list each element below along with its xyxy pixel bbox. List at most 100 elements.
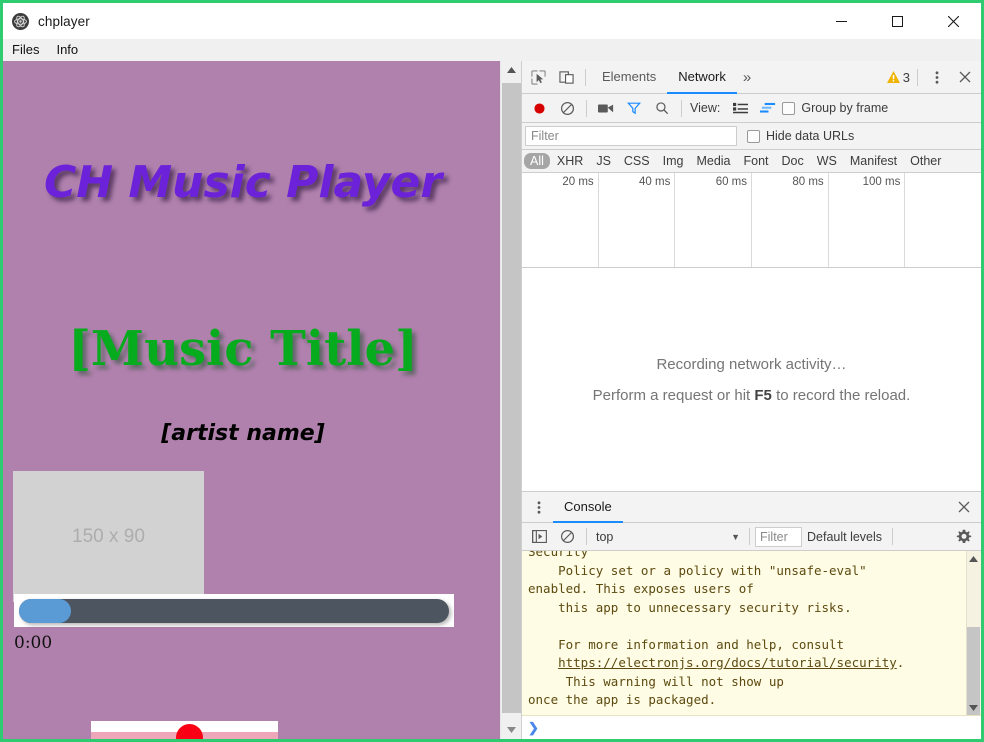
seek-slider[interactable] — [14, 594, 454, 627]
warning-line-2: Policy set or a policy with "unsafe-eval… — [528, 562, 867, 578]
funnel-icon[interactable] — [620, 94, 648, 122]
minimize-button[interactable] — [813, 3, 869, 39]
tab-console[interactable]: Console — [553, 492, 623, 523]
devtools-panel: Elements Network » 3 View: Group by fram… — [521, 61, 981, 739]
toolbar-divider — [585, 68, 586, 86]
camera-icon[interactable] — [592, 94, 620, 122]
type-filter-font[interactable]: Font — [738, 153, 775, 169]
scroll-up-arrow-icon[interactable] — [501, 61, 522, 79]
menu-item-files[interactable]: Files — [4, 40, 47, 59]
scrollbar-thumb[interactable] — [502, 83, 521, 713]
tab-elements[interactable]: Elements — [591, 61, 667, 94]
console-toolbar-divider-2 — [749, 528, 750, 545]
volume-thumb[interactable] — [176, 724, 203, 739]
console-drawer: Console top ▼ Filter Default levels Secu… — [522, 491, 981, 739]
network-toolbar: View: Group by frame — [522, 94, 981, 123]
console-message-area: Security Policy set or a policy with "un… — [522, 551, 981, 739]
device-toolbar-icon[interactable] — [552, 63, 580, 91]
menu-item-info[interactable]: Info — [48, 40, 86, 59]
warning-triangle-icon — [886, 71, 900, 83]
console-filter-input[interactable]: Filter — [755, 526, 802, 547]
type-filter-all[interactable]: All — [524, 153, 550, 169]
warning-line-3: enabled. This exposes users of — [528, 581, 754, 596]
type-filter-js[interactable]: JS — [590, 153, 617, 169]
network-filter-placeholder: Filter — [531, 129, 559, 143]
console-context-selector[interactable]: top ▼ — [592, 526, 744, 548]
console-input-prompt[interactable]: ❯ — [522, 715, 981, 739]
type-filter-media[interactable]: Media — [690, 153, 736, 169]
close-button[interactable] — [925, 3, 981, 39]
network-empty-line-2: Perform a request or hit F5 to record th… — [593, 387, 911, 404]
scroll-down-arrow-icon[interactable] — [501, 721, 522, 739]
seek-track[interactable] — [19, 598, 449, 623]
timeline-tick: 80 ms — [752, 173, 829, 267]
warning-line-8: This warning will not show up — [528, 673, 784, 689]
devtools-tabbar: Elements Network » 3 — [522, 61, 981, 94]
type-filter-css[interactable]: CSS — [618, 153, 656, 169]
type-filter-other[interactable]: Other — [904, 153, 947, 169]
console-scroll-down-arrow-icon[interactable] — [966, 700, 981, 715]
app-window: chplayer Files Info CH Music Player [Mus… — [0, 0, 984, 742]
console-clear-icon[interactable] — [553, 523, 581, 551]
clear-icon[interactable] — [553, 94, 581, 122]
waterfall-view-icon[interactable] — [754, 94, 782, 122]
timeline-tick: 60 ms — [675, 173, 753, 267]
page-title: CH Music Player — [43, 157, 443, 208]
network-empty-state: Recording network activity… Perform a re… — [522, 268, 981, 491]
more-tabs-icon[interactable]: » — [737, 69, 757, 86]
type-filter-manifest[interactable]: Manifest — [844, 153, 903, 169]
tab-network[interactable]: Network — [667, 61, 737, 94]
window-title: chplayer — [38, 13, 90, 29]
console-close-icon[interactable] — [950, 493, 978, 521]
gear-icon[interactable] — [950, 523, 978, 551]
title-bar-left: chplayer — [3, 12, 813, 30]
console-level-value: Default levels — [807, 529, 883, 544]
title-bar: chplayer — [3, 3, 981, 39]
volume-slider[interactable] — [91, 721, 278, 739]
devtools-menu-icon[interactable] — [923, 63, 951, 91]
inspect-element-icon[interactable] — [524, 63, 552, 91]
console-menu-icon[interactable] — [525, 493, 553, 521]
group-by-frame-checkbox[interactable] — [782, 101, 796, 115]
network-filter-input[interactable]: Filter — [525, 126, 737, 146]
network-filter-bar: Filter Hide data URLs — [522, 123, 981, 150]
f5-key-label: F5 — [754, 386, 772, 404]
security-docs-link[interactable]: https://electronjs.org/docs/tutorial/sec… — [558, 655, 897, 670]
devtools-close-icon[interactable] — [951, 63, 979, 91]
electron-icon — [12, 12, 29, 30]
type-filter-ws[interactable]: WS — [811, 153, 843, 169]
hide-data-urls-checkbox[interactable] — [747, 129, 760, 143]
console-level-selector[interactable]: Default levels — [802, 527, 887, 547]
console-warning-message: Security Policy set or a policy with "un… — [522, 551, 981, 710]
music-player-pane: CH Music Player [Music Title] [artist na… — [3, 61, 500, 739]
empty-line2-pre: Perform a request or hit — [592, 386, 755, 404]
maximize-button[interactable] — [869, 3, 925, 39]
timeline-tick — [905, 173, 981, 267]
warning-line-7-post: . — [896, 655, 905, 670]
prompt-chevron-icon: ❯ — [528, 719, 539, 735]
type-filter-img[interactable]: Img — [657, 153, 690, 169]
window-controls — [813, 3, 981, 39]
resource-type-filters: All XHR JS CSS Img Media Font Doc WS Man… — [522, 150, 981, 173]
console-toolbar: top ▼ Filter Default levels — [522, 523, 981, 551]
list-view-icon[interactable] — [726, 94, 754, 122]
console-scrollbar[interactable] — [966, 551, 981, 723]
warning-line-6: For more information and help, consult — [528, 636, 845, 652]
toolbar-divider-2 — [917, 68, 918, 86]
console-scroll-up-arrow-icon[interactable] — [966, 551, 981, 566]
timeline-tick: 20 ms — [522, 173, 599, 267]
volume-track[interactable] — [91, 724, 278, 739]
type-filter-xhr[interactable]: XHR — [551, 153, 589, 169]
record-icon[interactable] — [525, 94, 553, 122]
warning-badge[interactable]: 3 — [886, 70, 912, 85]
seek-thumb[interactable] — [19, 598, 71, 623]
hide-data-urls-label: Hide data URLs — [766, 129, 855, 143]
network-timeline[interactable]: 20 ms 40 ms 60 ms 80 ms 100 ms — [522, 173, 981, 268]
view-label: View: — [690, 101, 721, 115]
current-time: 0:00 — [14, 633, 53, 653]
player-pane-scrollbar[interactable] — [500, 61, 521, 739]
console-sidebar-icon[interactable] — [525, 523, 553, 551]
chevron-down-icon: ▼ — [731, 531, 740, 542]
search-icon[interactable] — [648, 94, 676, 122]
type-filter-doc[interactable]: Doc — [776, 153, 810, 169]
